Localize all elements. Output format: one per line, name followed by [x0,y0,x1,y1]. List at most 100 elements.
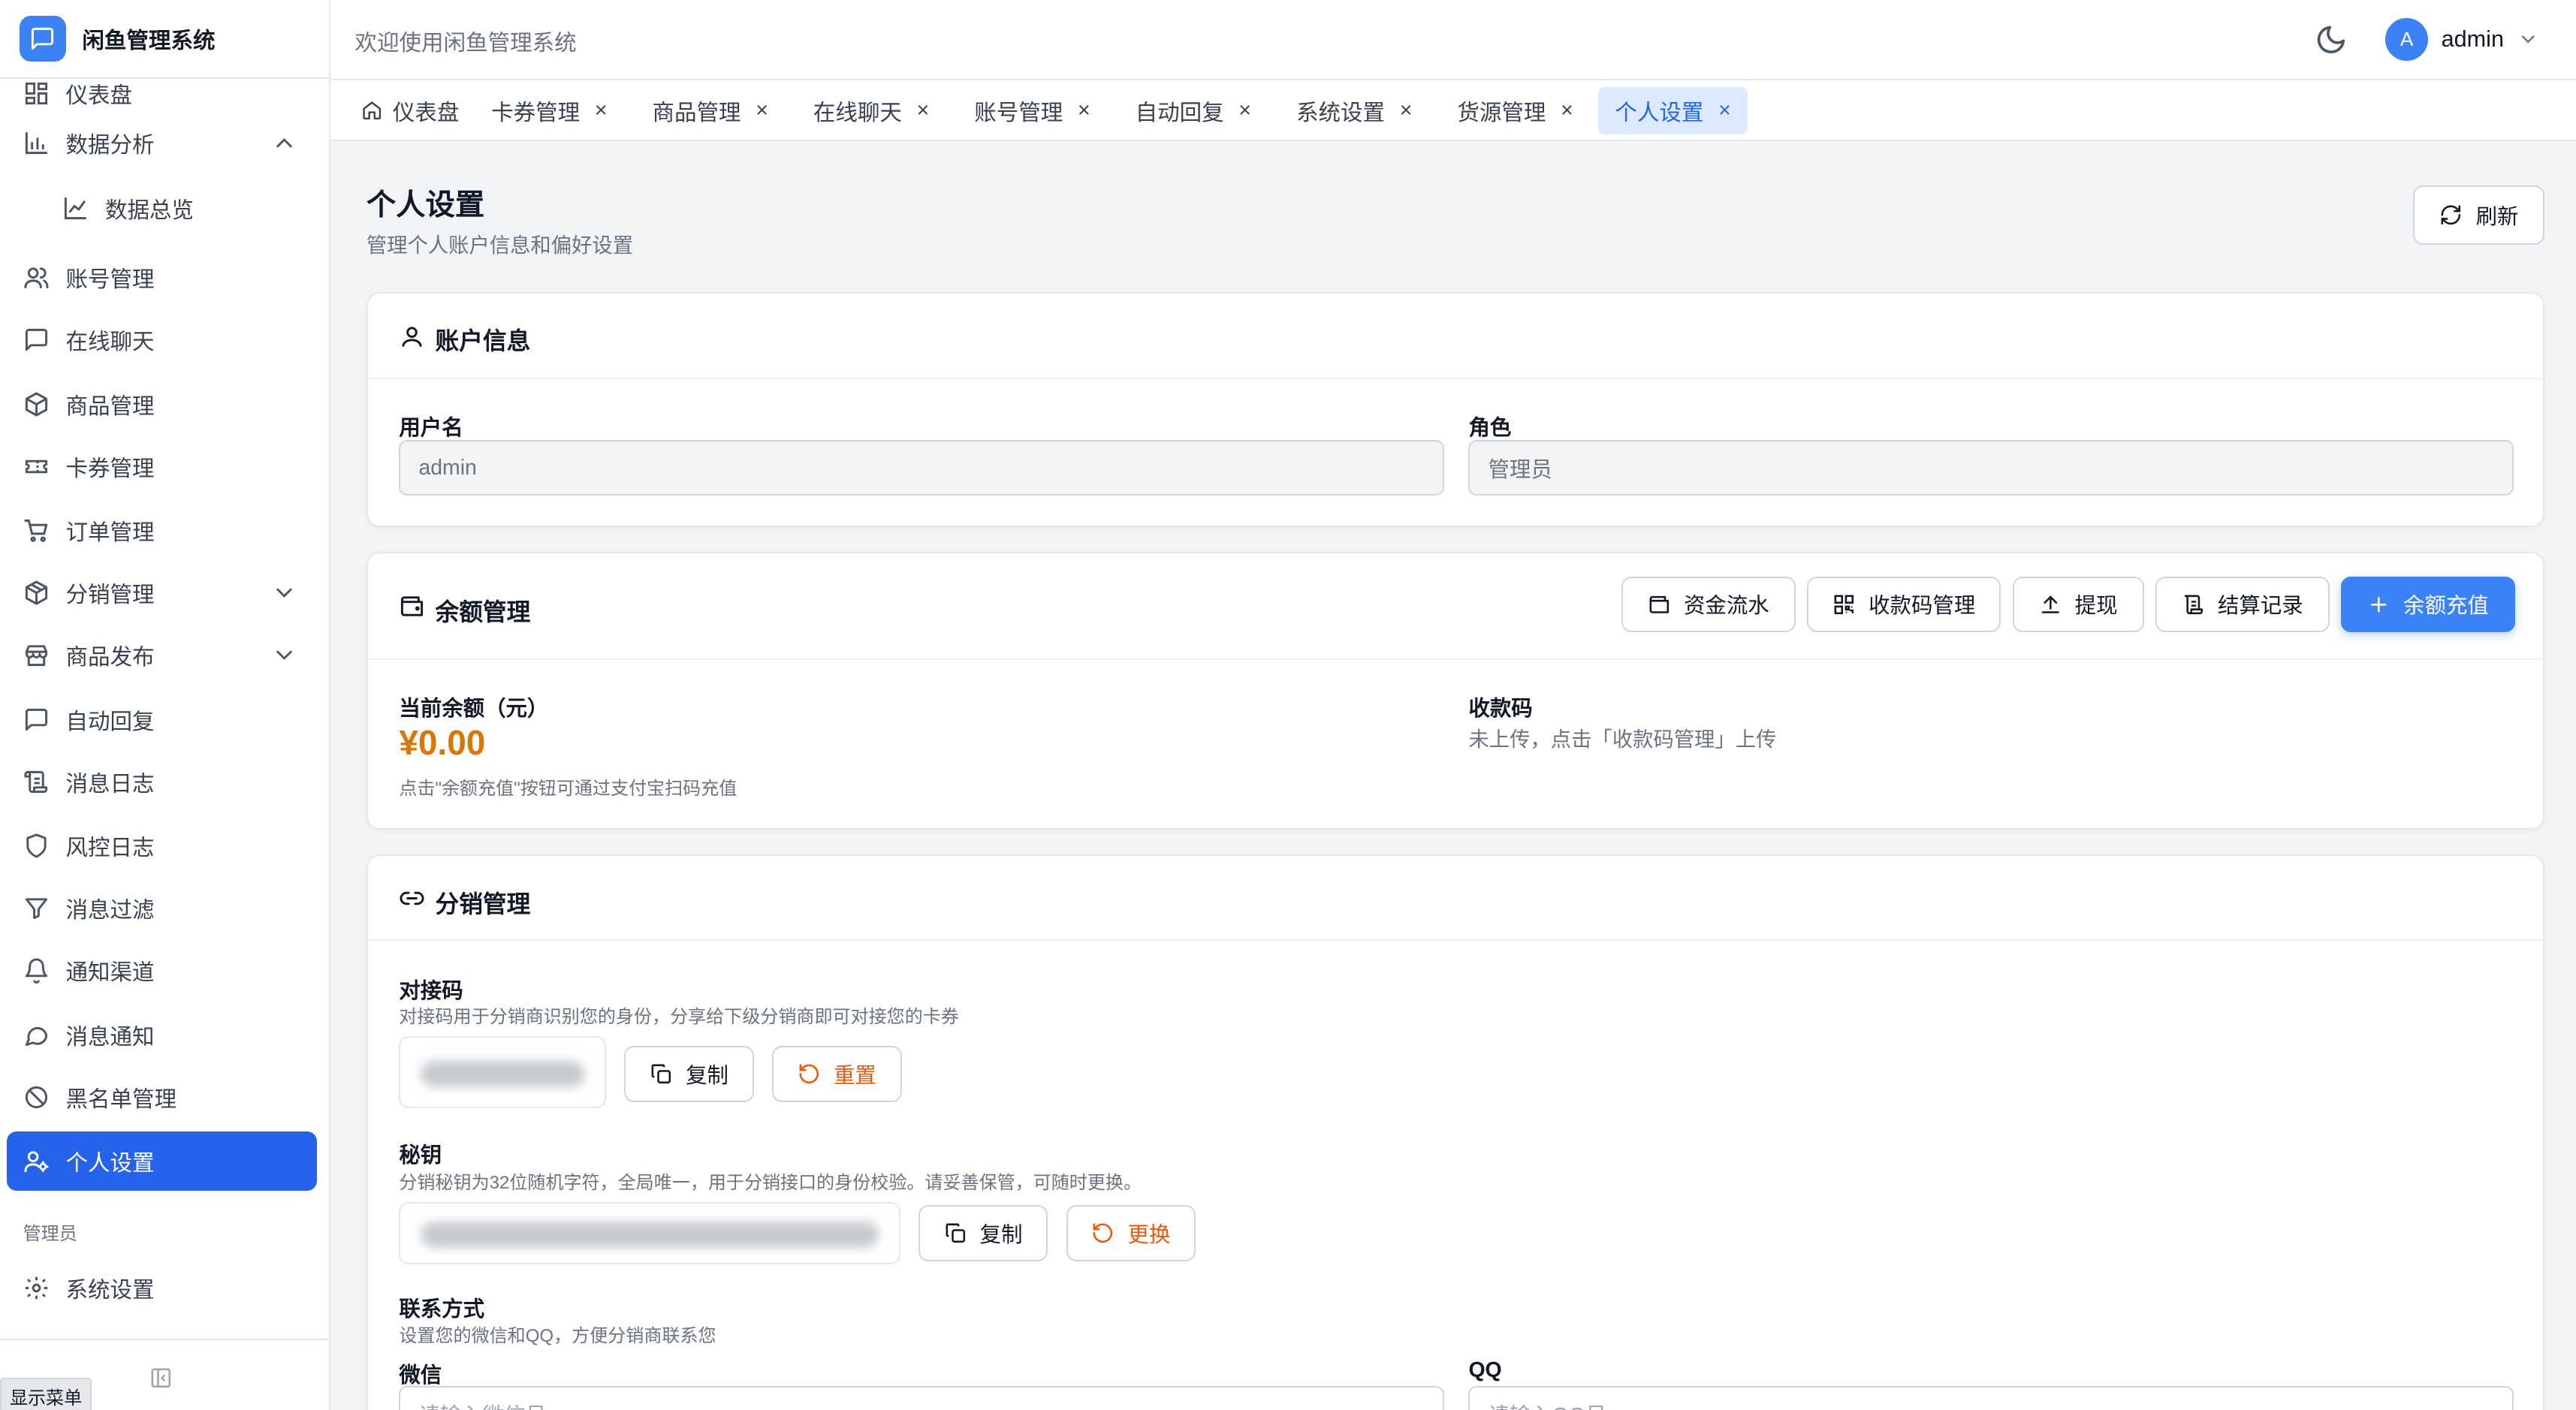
chevron-down-icon [276,650,292,661]
sidebar-item-orders[interactable]: 订单管理 [7,501,317,560]
ban-icon [25,1086,47,1108]
chat-logo-icon [20,15,66,62]
contact-hint: 设置您的微信和QQ，方便分销商联系您 [399,1325,716,1346]
ticket-icon [25,459,47,473]
sidebar-item-data-overview[interactable]: 数据总览 [7,179,317,238]
qrcode-status: 未上传，点击「收款码管理」上传 [1468,728,1777,752]
wallet-icon [401,595,424,616]
gear-icon [25,1276,47,1299]
shield-icon [26,833,47,858]
users-icon [24,267,49,289]
refresh-button[interactable]: 刷新 [2413,185,2545,245]
recharge-button[interactable]: 余额充值 [2341,576,2515,632]
rotate-ccw-icon [1093,1223,1113,1243]
copy-icon [651,1064,671,1084]
sidebar-item-label: 商品发布 [65,645,155,670]
withdraw-button[interactable]: 提现 [2012,576,2144,632]
fund-flow-button[interactable]: 资金流水 [1621,576,1796,632]
sidebar-item-accounts[interactable]: 账号管理 [7,248,317,307]
close-icon[interactable]: × [595,98,608,123]
sidebar-item-coupons[interactable]: 卡券管理 [7,437,317,496]
replace-secret-button[interactable]: 更换 [1066,1205,1196,1261]
reset-code-button[interactable]: 重置 [771,1046,902,1102]
tab-label: 在线聊天 [813,101,902,126]
close-icon[interactable]: × [1718,98,1731,123]
tab-personal-settings[interactable]: 个人设置 × [1598,86,1748,135]
message-icon [25,708,47,731]
copy-icon [946,1223,965,1243]
card-title: 账户信息 [435,327,531,354]
sidebar-item-personal-settings[interactable]: 个人设置 [6,1131,318,1191]
connect-code-value [399,1036,606,1109]
close-icon[interactable]: × [756,98,768,123]
wechat-input[interactable]: 请输入微信号 [399,1386,1444,1410]
sidebar-item-risk-log[interactable]: 风控日志 [7,816,317,875]
message-circle-icon [25,1026,47,1046]
chat-icon [25,329,47,351]
chevron-down-icon [2521,35,2535,44]
user-menu[interactable]: A admin [2385,18,2538,61]
tab-products[interactable]: 商品管理 × [636,87,785,134]
current-balance-label: 当前余额（元） [399,696,549,721]
qrcode-manage-button[interactable]: 收款码管理 [1807,576,2001,632]
sidebar-item-online-chat[interactable]: 在线聊天 [7,310,317,369]
tab-coupons[interactable]: 卡券管理 × [475,87,623,134]
tab-system-settings[interactable]: 系统设置 × [1280,87,1428,134]
close-icon[interactable]: × [917,98,930,123]
sidebar-item-data-analysis[interactable]: 数据分析 [7,113,317,173]
secret-key-label: 秘钥 [399,1143,442,1167]
qq-label: QQ [1468,1357,1502,1382]
connect-code-label: 对接码 [399,979,463,1003]
current-balance-hint: 点击"余额充值"按钮可通过支付宝扫码充值 [399,779,738,800]
button-label: 资金流水 [1684,594,1769,619]
wallet-icon [1649,595,1669,613]
upload-icon [2041,595,2059,613]
sidebar-item-message-notify[interactable]: 消息通知 [7,1005,317,1065]
sidebar-item-product-publish[interactable]: 商品发布 [7,625,317,685]
plus-icon [2371,596,2387,613]
tab-dashboard[interactable]: 仪表盘 [345,87,475,134]
moon-icon[interactable] [2315,23,2348,56]
tab-supply[interactable]: 货源管理 × [1440,87,1589,134]
sidebar-item-label: 订单管理 [65,520,155,546]
close-icon[interactable]: × [1078,98,1090,123]
brand: 闲鱼管理系统 [0,0,329,79]
close-icon[interactable]: × [1238,98,1251,123]
settlement-records-button[interactable]: 结算记录 [2155,576,2330,632]
chevron-up-icon [276,137,292,148]
user-name: admin [2441,26,2504,52]
sidebar: 闲鱼管理系统 仪表盘 数据分析 数据总览 账号管理 在线聊天 商品管理 卡券管理… [0,0,330,1410]
sidebar-item-distribution[interactable]: 分销管理 [7,563,317,622]
show-menu-button[interactable]: 显示菜单 [0,1378,92,1410]
scroll-icon [2184,595,2203,614]
tab-label: 卡券管理 [491,101,581,126]
masked-value [420,1060,585,1087]
chevron-down-icon [276,588,292,598]
copy-code-button[interactable]: 复制 [624,1046,754,1102]
secret-key-hint: 分销秘钥为32位随机字符，全局唯一，用于分销接口的身份校验。请妥善保管，可随时更… [399,1173,1142,1194]
close-icon[interactable]: × [1400,98,1413,123]
sidebar-item-auto-reply[interactable]: 自动回复 [7,690,317,749]
sidebar-item-message-log[interactable]: 消息日志 [7,752,317,812]
qq-input[interactable]: 请输入QQ号 [1468,1386,2514,1410]
tab-online-chat[interactable]: 在线聊天 × [797,87,946,134]
tab-accounts[interactable]: 账号管理 × [958,87,1106,134]
close-icon[interactable]: × [1561,98,1573,123]
sidebar-item-notify-channel[interactable]: 通知渠道 [7,941,317,1000]
copy-secret-button[interactable]: 复制 [918,1205,1048,1261]
sidebar-item-system-settings[interactable]: 系统设置 [7,1258,317,1318]
bell-icon [25,958,47,984]
sidebar-item-products[interactable]: 商品管理 [7,375,317,434]
sidebar-collapse-icon[interactable] [149,1366,173,1390]
tab-label: 个人设置 [1615,101,1704,126]
sidebar-item-blacklist[interactable]: 黑名单管理 [7,1068,317,1127]
admin-section-label: 管理员 [23,1224,77,1245]
tab-label: 仪表盘 [392,101,460,126]
refresh-label: 刷新 [2475,205,2519,230]
page-subtitle: 管理个人账户信息和偏好设置 [366,233,634,258]
tab-label: 系统设置 [1296,101,1386,126]
sidebar-item-label: 数据分析 [65,132,155,158]
username-label: 用户名 [399,415,463,440]
sidebar-item-message-filter[interactable]: 消息过滤 [7,878,317,938]
tab-auto-reply[interactable]: 自动回复 × [1119,87,1268,134]
